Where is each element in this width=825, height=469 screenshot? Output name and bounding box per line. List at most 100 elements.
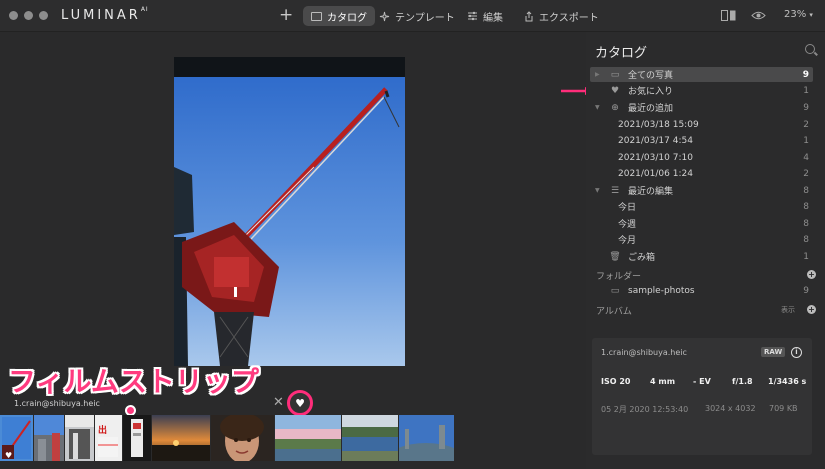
sidebar-item-count: 8 (803, 234, 809, 245)
exposure-value: - EV (693, 377, 711, 386)
sidebar-item-count: 8 (803, 218, 809, 229)
tab-catalog[interactable]: カタログ (303, 6, 375, 26)
sidebar-item-label: 全ての写真 (628, 71, 674, 81)
sidebar-item-favorites[interactable]: ♥ お気に入り 1 (590, 83, 813, 98)
sidebar-item-folder[interactable]: ▭ sample-photos 9 (590, 283, 813, 298)
sidebar-item-date[interactable]: 2021/03/17 4:54 1 (590, 133, 813, 148)
image-dimensions: 3024 x 4032 (705, 404, 756, 413)
sidebar-item-all-photos[interactable]: ▶ ▭ 全ての写真 9 (590, 67, 813, 82)
file-size: 709 KB (769, 404, 798, 413)
sliders-icon: ☰ (610, 185, 620, 196)
sliders-icon (468, 11, 477, 21)
filmstrip-thumb[interactable] (65, 415, 94, 461)
sidebar-item-this-week[interactable]: 今週 8 (590, 216, 813, 231)
filmstrip-thumb[interactable] (34, 415, 64, 461)
sidebar-item-label: 2021/03/17 4:54 (618, 135, 693, 146)
filmstrip-thumb[interactable]: 出 (95, 415, 122, 461)
add-folder-button[interactable]: + (807, 270, 816, 279)
sidebar-item-count: 2 (803, 168, 809, 179)
sidebar-item-count: 8 (803, 185, 809, 196)
folder-icon: ▭ (610, 285, 620, 296)
sidebar-item-count: 2 (803, 119, 809, 130)
filmstrip-thumb[interactable] (275, 415, 341, 461)
sidebar-item-count: 9 (803, 285, 809, 296)
sidebar-item-label: 最近の編集 (628, 187, 674, 197)
sidebar-item-date[interactable]: 2021/03/18 15:09 2 (590, 117, 813, 132)
sidebar-item-label: 最近の追加 (628, 104, 674, 114)
minimize-window-icon[interactable] (24, 11, 33, 20)
sidebar-item-recently-edited[interactable]: ▼ ☰ 最近の編集 8 (590, 183, 813, 198)
main-photo (174, 57, 405, 366)
chevron-down-icon: ▾ (809, 11, 813, 19)
add-album-button[interactable]: + (807, 305, 816, 314)
app-logo: LUMINARAI (61, 5, 149, 23)
tab-export[interactable]: エクスポート (516, 6, 607, 26)
photo-info-panel: 1.crain@shibuya.heic RAW i ISO 20 4 mm -… (592, 338, 812, 455)
sidebar-item-this-month[interactable]: 今月 8 (590, 232, 813, 247)
current-filename: 1.crain@shibuya.heic (14, 399, 100, 408)
filmstrip-annotation-label: フィルムストリップ (8, 365, 259, 398)
svg-text:♥: ♥ (5, 451, 12, 460)
filmstrip: ♥ 出 (0, 415, 462, 461)
tab-templates[interactable]: テンプレート (371, 6, 463, 26)
filmstrip-thumb[interactable] (123, 415, 151, 461)
filmstrip-thumb[interactable]: ♥ (0, 415, 33, 461)
sidebar-item-count: 1 (803, 135, 809, 146)
sidebar-item-recently-added[interactable]: ▼ ⊕ 最近の追加 9 (590, 100, 813, 115)
add-photos-button[interactable]: + (279, 5, 293, 25)
search-icon[interactable] (805, 44, 815, 54)
filmstrip-thumb[interactable] (152, 415, 210, 461)
sidebar-item-trash[interactable]: 🗑 ごみ箱 1 (590, 249, 813, 264)
share-icon (525, 10, 533, 21)
filmstrip-thumb[interactable] (399, 415, 454, 461)
sidebar-item-label: 今月 (618, 236, 637, 246)
tab-edit[interactable]: 編集 (459, 6, 511, 26)
filmstrip-thumb[interactable] (211, 415, 274, 461)
heart-icon: ♥ (610, 85, 620, 96)
tab-label: カタログ (327, 12, 367, 24)
chevron-right-icon: ▶ (595, 71, 600, 78)
shutter-value: 1/3436 s (768, 377, 807, 386)
filmstrip-thumb[interactable] (342, 415, 398, 461)
photos-icon: ▭ (610, 69, 620, 80)
sidebar-title: カタログ (595, 46, 648, 61)
svg-text:出: 出 (98, 424, 107, 436)
sidebar-item-count: 1 (803, 251, 809, 262)
sidebar-item-count: 4 (803, 152, 809, 163)
favorite-button[interactable]: ♥ (287, 390, 313, 416)
sidebar-item-date[interactable]: 2021/01/06 1:24 2 (590, 166, 813, 181)
albums-show-link[interactable]: 表示 (781, 305, 795, 315)
sidebar-item-label: 2021/03/10 7:10 (618, 152, 693, 163)
sidebar-item-label: ごみ箱 (628, 253, 656, 263)
zoom-dropdown[interactable]: 23% ▾ (784, 9, 813, 20)
close-window-icon[interactable] (9, 11, 18, 20)
split-view-icon[interactable] (721, 10, 736, 21)
sidebar-item-label: 2021/03/18 15:09 (618, 119, 699, 130)
heart-icon: ♥ (295, 396, 305, 410)
plus-circle-icon: ⊕ (611, 102, 619, 113)
sidebar-item-label: 今日 (618, 203, 637, 213)
iso-value: ISO 20 (601, 377, 631, 386)
albums-section-label: アルバム (596, 307, 632, 317)
sidebar-item-label: sample-photos (628, 285, 695, 296)
zoom-window-icon[interactable] (39, 11, 48, 20)
capture-date: 05 2月 2020 12:53:40 (601, 405, 689, 414)
chevron-down-icon: ▼ (595, 187, 600, 194)
sidebar-item-label: お気に入り (628, 87, 674, 97)
tab-label: エクスポート (539, 12, 599, 24)
eye-icon[interactable] (751, 10, 766, 21)
focal-length-value: 4 mm (650, 377, 676, 386)
sidebar-item-label: 今週 (618, 220, 637, 230)
sidebar-item-date[interactable]: 2021/03/10 7:10 4 (590, 150, 813, 165)
info-icon[interactable]: i (791, 347, 802, 358)
trash-icon: 🗑 (609, 251, 621, 262)
sidebar-item-label: 2021/01/06 1:24 (618, 168, 693, 179)
zoom-value: 23% (784, 9, 807, 20)
tab-label: テンプレート (395, 12, 455, 24)
sidebar-item-today[interactable]: 今日 8 (590, 199, 813, 214)
raw-badge: RAW (761, 347, 786, 357)
reject-button[interactable]: ✕ (273, 395, 284, 410)
info-filename: 1.crain@shibuya.heic (601, 348, 687, 357)
sidebar-item-count: 9 (803, 102, 809, 113)
sparkle-icon (379, 11, 390, 21)
